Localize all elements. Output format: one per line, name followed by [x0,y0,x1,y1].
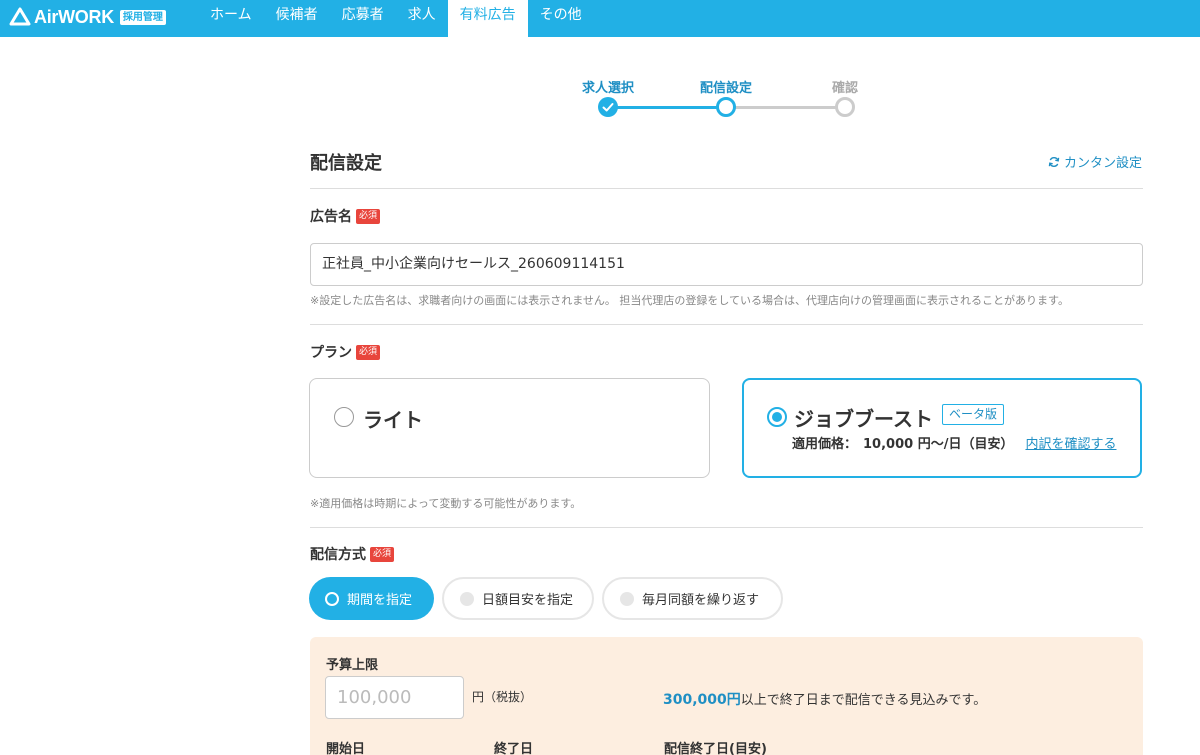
delivery-option-period[interactable]: 期間を指定 [309,577,434,620]
refresh-icon [1048,156,1060,167]
nav-jobs[interactable]: 求人 [396,0,448,37]
logo-badge: 採用管理 [119,9,166,25]
plan-lite-radio[interactable] [334,407,354,427]
end-date-label: 終了日 [494,742,534,755]
delivery-option-monthly[interactable]: 毎月同額を繰り返す [602,577,783,620]
step-label-job-select: 求人選択 [581,81,635,96]
radio-selected-icon [325,591,339,606]
delivery-label-text: 配信方式 [310,547,366,563]
delivery-option-label: 期間を指定 [347,593,413,608]
step-label-delivery: 配信設定 [699,81,753,96]
radio-unselected-icon [620,591,634,606]
delivery-option-daily[interactable]: 日額目安を指定 [442,577,594,620]
logo-text: AirWORK [34,6,114,27]
ad-name-label: 広告名 必須 [310,206,381,226]
step-line-todo [726,106,845,109]
top-header: AirWORK 採用管理 ホーム 候補者 応募者 求人 有料広告 その他 [0,0,1200,38]
ad-name-note: ※設定した広告名は、求職者向けの画面には表示されません。 担当代理店の登録をして… [310,294,1069,307]
easy-setting-link[interactable]: カンタン設定 [1048,152,1142,171]
budget-input[interactable]: 100,000 [325,676,464,719]
price-value: 10,000 円〜/日（目安） [863,437,1014,452]
step-current-dot [716,97,736,117]
divider [310,188,1143,189]
logo-triangle-icon [9,7,31,26]
budget-panel: 予算上限 100,000 円（税抜） 300,000円以上で終了日まで配信できる… [310,637,1143,755]
plan-label-text: プラン [310,345,352,361]
estimate-text: 以上で終了日まで配信できる見込みです。 [740,693,987,708]
radio-unselected-icon [460,591,474,606]
nav-home[interactable]: ホーム [198,0,264,37]
airwork-logo[interactable]: AirWORK 採用管理 [9,6,166,28]
plan-price-row: 適用価格： 10,000 円〜/日（目安） 内訳を確認する [792,433,1116,452]
delivery-option-label: 毎月同額を繰り返す [642,593,760,608]
required-badge: 必須 [370,546,395,562]
easy-setting-label: カンタン設定 [1063,156,1142,171]
plan-label: プラン 必須 [310,342,381,362]
nav-candidates[interactable]: 候補者 [264,0,330,37]
budget-label: 予算上限 [326,658,379,673]
estimated-end-date-label: 配信終了日(目安) [664,742,767,755]
step-label-confirm: 確認 [831,81,859,96]
step-todo-dot [835,97,855,117]
step-done-check-icon [598,97,618,117]
estimate-amount: 300,000円 [663,692,741,708]
plan-jobboost-radio[interactable] [767,407,787,427]
progress-stepper: 求人選択 配信設定 確認 [560,70,880,120]
plan-jobboost-name: ジョブブースト [794,407,933,431]
price-breakdown-link[interactable]: 内訳を確認する [1025,433,1116,452]
start-date-label: 開始日 [326,742,366,755]
delivery-option-label: 日額目安を指定 [482,593,574,608]
ad-name-label-text: 広告名 [310,209,352,225]
delivery-label: 配信方式 必須 [310,544,395,564]
plan-option-lite[interactable]: ライト [309,378,710,478]
page-title: 配信設定 [310,153,382,174]
price-label: 適用価格： [792,437,858,452]
budget-unit: 円（税抜） [472,690,533,704]
plan-lite-name: ライト [363,408,423,432]
plan-option-jobboost[interactable]: ジョブブースト ベータ版 適用価格： 10,000 円〜/日（目安） 内訳を確認… [742,378,1142,478]
required-badge: 必須 [356,208,381,224]
step-line-done [608,106,726,109]
ad-name-input[interactable]: 正社員_中小企業向けセールス_260609114151 [310,243,1143,286]
divider [310,527,1143,528]
budget-estimate: 300,000円以上で終了日まで配信できる見込みです。 [663,689,986,709]
required-badge: 必須 [356,344,381,360]
nav-applicants[interactable]: 応募者 [330,0,396,37]
main-nav: ホーム 候補者 応募者 求人 有料広告 その他 [198,0,594,38]
beta-badge: ベータ版 [942,404,1005,425]
nav-other[interactable]: その他 [528,0,594,37]
plan-note: ※適用価格は時期によって変動する可能性があります。 [310,497,582,510]
nav-paid-ads[interactable]: 有料広告 [447,0,528,38]
divider [310,324,1143,325]
